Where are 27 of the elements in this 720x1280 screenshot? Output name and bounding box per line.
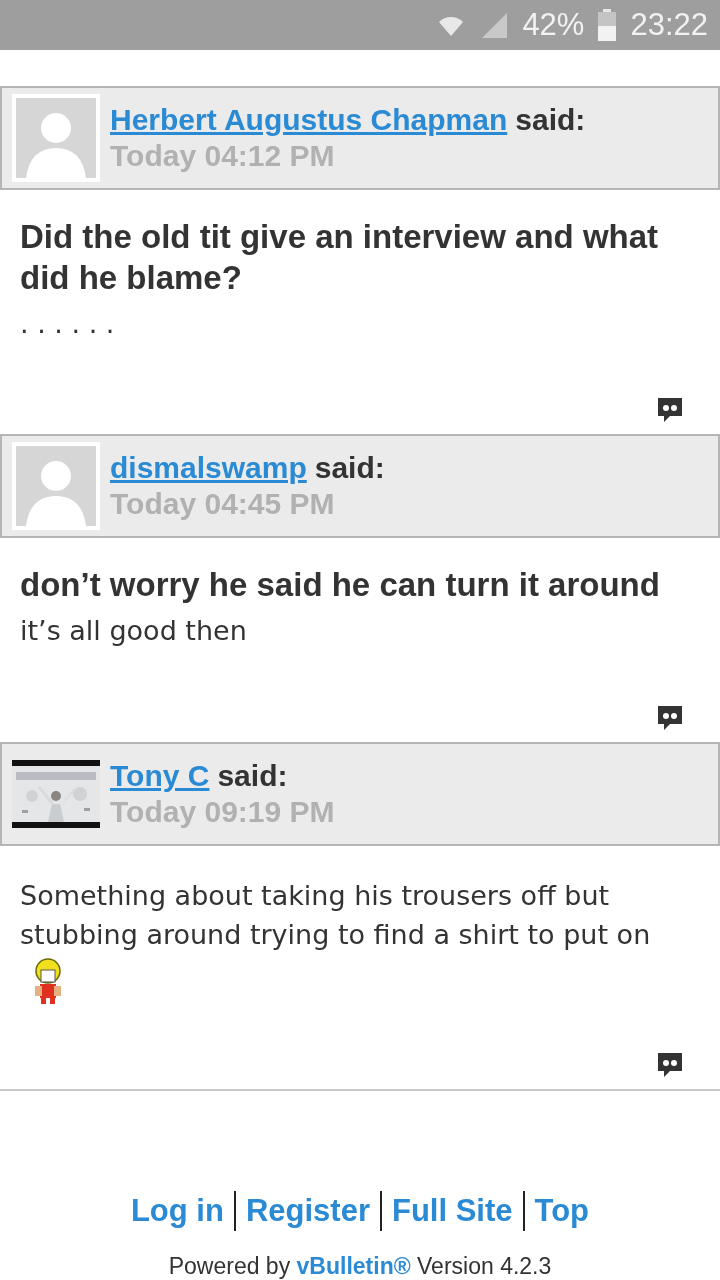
battery-percentage: 42%	[522, 7, 585, 43]
post-date: Today 04:45 PM	[110, 486, 336, 521]
author-link[interactable]: dismalswamp	[110, 450, 307, 485]
footer-link[interactable]: Register	[233, 1191, 380, 1231]
quote-icon[interactable]	[656, 395, 684, 424]
footer-link[interactable]: Top	[522, 1191, 600, 1231]
author-link[interactable]: Tony C	[110, 759, 210, 794]
clock-time: 23:22	[630, 7, 708, 43]
post-date: Today 04:12 PM	[110, 138, 336, 173]
post-text: it’s all good then	[20, 613, 248, 648]
post-text: Something about taking his trousers off but stubbing around trying to find a shirt to put on	[20, 879, 652, 953]
vbulletin-link[interactable]: vBulletin®	[296, 1253, 411, 1279]
post-text: . . . . . .	[20, 306, 116, 341]
powered-by-text: Powered by vBulletin® Version 4.2.3	[168, 1253, 552, 1280]
said-label: said:	[217, 759, 288, 794]
said-label: said:	[314, 450, 385, 485]
footer-link[interactable]: Full Site	[379, 1191, 523, 1231]
post-title: don’t worry he said he can turn it around	[20, 564, 661, 605]
signal-icon	[480, 11, 509, 39]
footer-link[interactable]: Log in	[120, 1191, 234, 1231]
post-date: Today 09:19 PM	[110, 795, 335, 830]
quote-icon[interactable]	[656, 703, 684, 732]
post-title: Did the old tit give an interview and what did he blame?	[20, 216, 660, 298]
battery-icon	[598, 9, 617, 41]
said-label: said:	[515, 102, 586, 137]
quote-icon[interactable]	[656, 1051, 684, 1080]
author-link[interactable]: Herbert Augustus Chapman	[110, 102, 508, 137]
